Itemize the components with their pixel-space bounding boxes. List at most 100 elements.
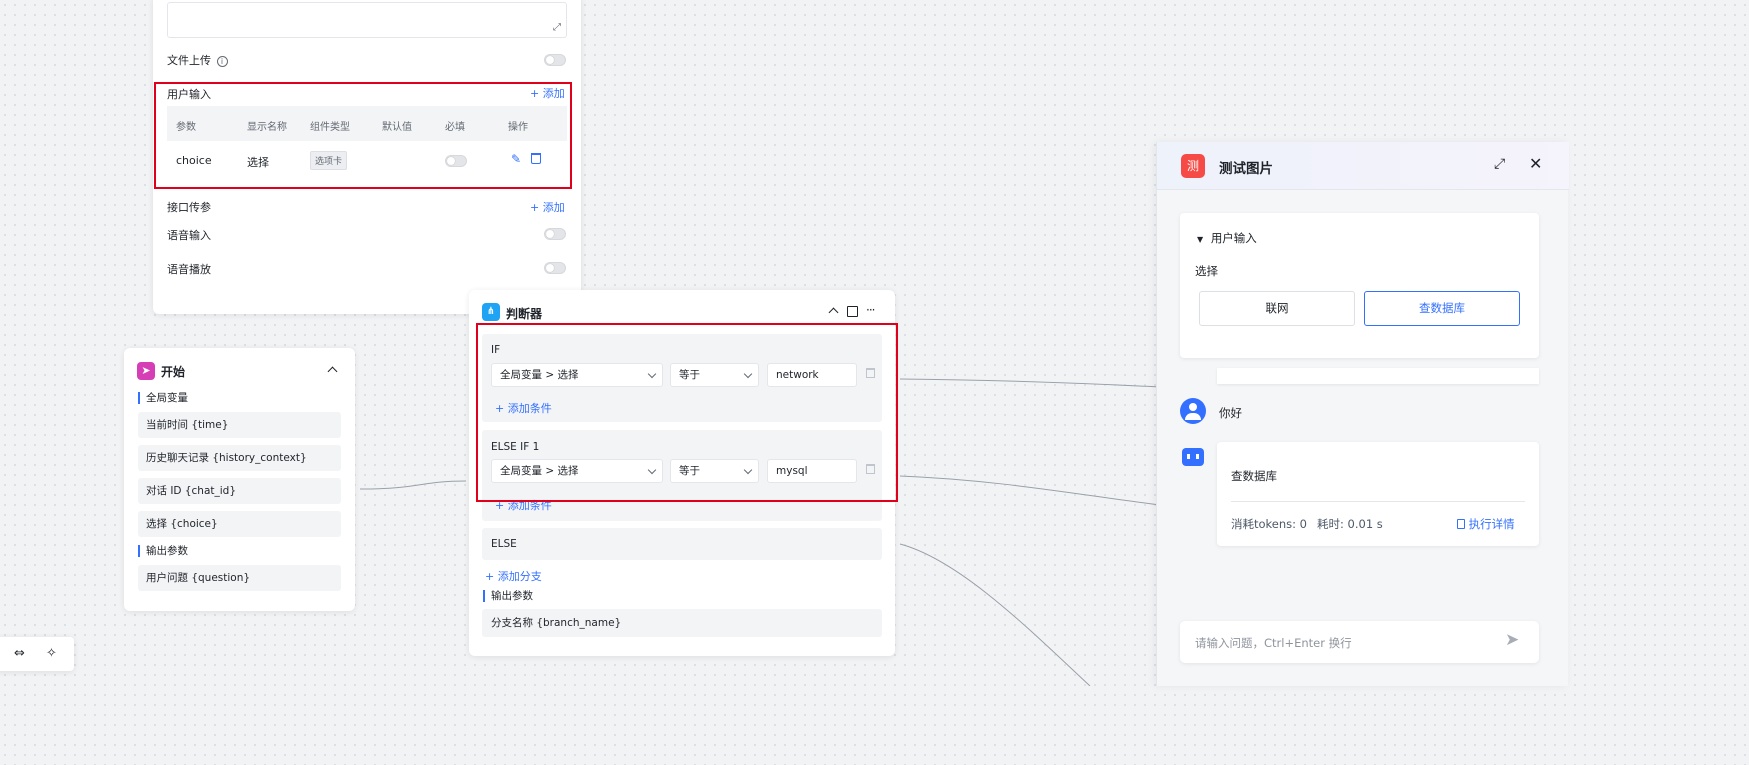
plus-icon: + [495,499,505,512]
reply-divider [1231,501,1525,502]
chat-avatar: 测 [1181,154,1205,178]
plus-icon: + [530,201,540,214]
chevron-down-icon [743,465,753,475]
col-default: 默认值 [382,122,412,133]
collapse-chevron-icon[interactable] [327,366,338,377]
user-icon-body [1185,413,1201,420]
file-upload-label: 文件上传 i [167,52,228,68]
api-params-add-button[interactable]: + 添加 [530,199,565,215]
chart-icon[interactable] [847,306,858,317]
if-add-condition-button[interactable]: + 添加条件 [495,400,552,416]
choice-label: 选择 [1195,264,1218,278]
if-variable-select[interactable]: 全局变量 > 选择 [491,363,663,387]
more-icon[interactable]: ··· [866,303,876,317]
judge-output-label: 输出参数 [483,590,533,602]
expand-icon[interactable]: ⤢ [1494,156,1505,172]
col-actions: 操作 [508,122,528,133]
user-input-header[interactable]: ▼ 用户输入 [1197,230,1257,246]
voice-playback-toggle[interactable] [544,262,566,274]
output-branch-name: 分支名称 {branch_name} [482,609,882,637]
expand-icon[interactable]: ⤢ [553,22,561,33]
else-branch: ELSE [482,528,882,560]
send-icon[interactable]: ➤ [1505,630,1519,650]
time-text: 耗时: 0.01 s [1317,517,1383,531]
else-if-add-condition-button[interactable]: + 添加条件 [495,497,552,513]
bot-reply-card: 查数据库 消耗tokens: 0 耗时: 0.01 s 执行详情 [1217,442,1539,546]
else-if-branch: ELSE IF 1 全局变量 > 选择 等于 mysql + 添加条件 [482,430,882,521]
start-icon: ➤ [137,362,155,380]
option-database[interactable]: 查数据库 [1364,291,1520,326]
option-network[interactable]: 联网 [1199,291,1355,326]
if-label: IF [491,344,501,356]
col-param: 参数 [176,122,196,133]
global-var-history: 历史聊天记录 {history_context} [138,445,341,471]
canvas-toolbar: ⇔ ✧ [0,637,74,671]
chat-header: 测 测试图片 ⤢ ✕ [1157,142,1569,190]
user-input-title: 用户输入 [167,88,211,101]
global-var-choice: 选择 {choice} [138,511,341,537]
close-icon[interactable]: ✕ [1529,154,1542,173]
details-link[interactable]: 执行详情 [1457,516,1515,532]
if-value-input[interactable]: network [767,363,857,387]
collapse-chevron-icon[interactable] [828,307,839,318]
start-node-title: 开始 [161,365,186,379]
judge-node[interactable]: ⋔ 判断器 ··· IF 全局变量 > 选择 等于 network + 添加条件… [469,290,895,656]
voice-input-toggle[interactable] [544,228,566,240]
else-if-value-input[interactable]: mysql [767,459,857,483]
bot-icon [1182,448,1204,466]
row-param: choice [176,154,212,167]
chat-input-placeholder[interactable]: 请输入问题，Ctrl+Enter 换行 [1195,635,1352,651]
delete-icon[interactable] [866,368,875,378]
user-message: 你好 [1219,406,1242,420]
required-toggle[interactable] [445,155,467,167]
chat-panel: 测 测试图片 ⤢ ✕ ▼ 用户输入 选择 联网 查数据库 你好 查数据库 消耗t… [1156,142,1569,686]
user-input-form: ▼ 用户输入 选择 联网 查数据库 [1180,213,1539,358]
auto-layout-icon[interactable]: ✧ [46,646,57,661]
chat-title: 测试图片 [1219,161,1273,177]
chevron-down-icon [647,369,657,379]
fit-view-icon[interactable]: ⇔ [14,646,25,661]
user-input-add-button[interactable]: + 添加 [530,85,565,101]
api-params-title: 接口传参 [167,201,211,214]
user-icon [1189,403,1197,411]
judge-node-title: 判断器 [506,307,543,321]
col-display-name: 显示名称 [247,122,287,133]
user-avatar [1180,398,1206,424]
chevron-down-icon [647,465,657,475]
card-edge [1217,368,1539,384]
delete-icon[interactable] [866,464,875,474]
settings-card: ⤢ 文件上传 i 用户输入 + 添加 参数 显示名称 组件类型 默认值 必填 操… [153,0,581,314]
col-required: 必填 [445,122,465,133]
row-component-type: 选项卡 [310,151,348,170]
if-branch: IF 全局变量 > 选择 等于 network + 添加条件 [482,334,882,422]
edit-icon[interactable]: ✎ [511,152,521,166]
else-label: ELSE [491,538,517,550]
voice-input-label: 语音输入 [167,229,211,242]
plus-icon: + [530,87,540,100]
chat-input-box[interactable]: 请输入问题，Ctrl+Enter 换行 ➤ [1180,621,1539,663]
judge-icon: ⋔ [482,303,500,321]
tokens-text: 消耗tokens: 0 [1231,517,1307,531]
global-var-chat-id: 对话 ID {chat_id} [138,478,341,504]
delete-icon[interactable] [531,153,541,164]
document-icon [1457,519,1465,529]
voice-playback-label: 语音播放 [167,263,211,276]
textarea-field[interactable]: ⤢ [167,2,567,38]
else-if-operator-select[interactable]: 等于 [670,459,759,483]
add-branch-button[interactable]: + 添加分支 [485,568,542,584]
output-params-label: 输出参数 [138,545,188,557]
table-row: choice 选择 选项卡 ✎ [167,142,567,178]
user-input-table: 参数 显示名称 组件类型 默认值 必填 操作 choice 选择 选项卡 ✎ [167,106,567,178]
info-icon: i [216,56,228,67]
col-component-type: 组件类型 [310,122,350,133]
start-node[interactable]: ➤ 开始 全局变量 当前时间 {time} 历史聊天记录 {history_co… [124,348,355,611]
file-upload-toggle[interactable] [544,54,566,66]
else-if-variable-select[interactable]: 全局变量 > 选择 [491,459,663,483]
if-operator-select[interactable]: 等于 [670,363,759,387]
bot-eyes [1187,454,1199,459]
table-header: 参数 显示名称 组件类型 默认值 必填 操作 [167,106,567,141]
global-vars-label: 全局变量 [138,392,188,404]
bot-reply-text: 查数据库 [1231,469,1277,483]
global-var-time: 当前时间 {time} [138,412,341,438]
chevron-down-icon [743,369,753,379]
